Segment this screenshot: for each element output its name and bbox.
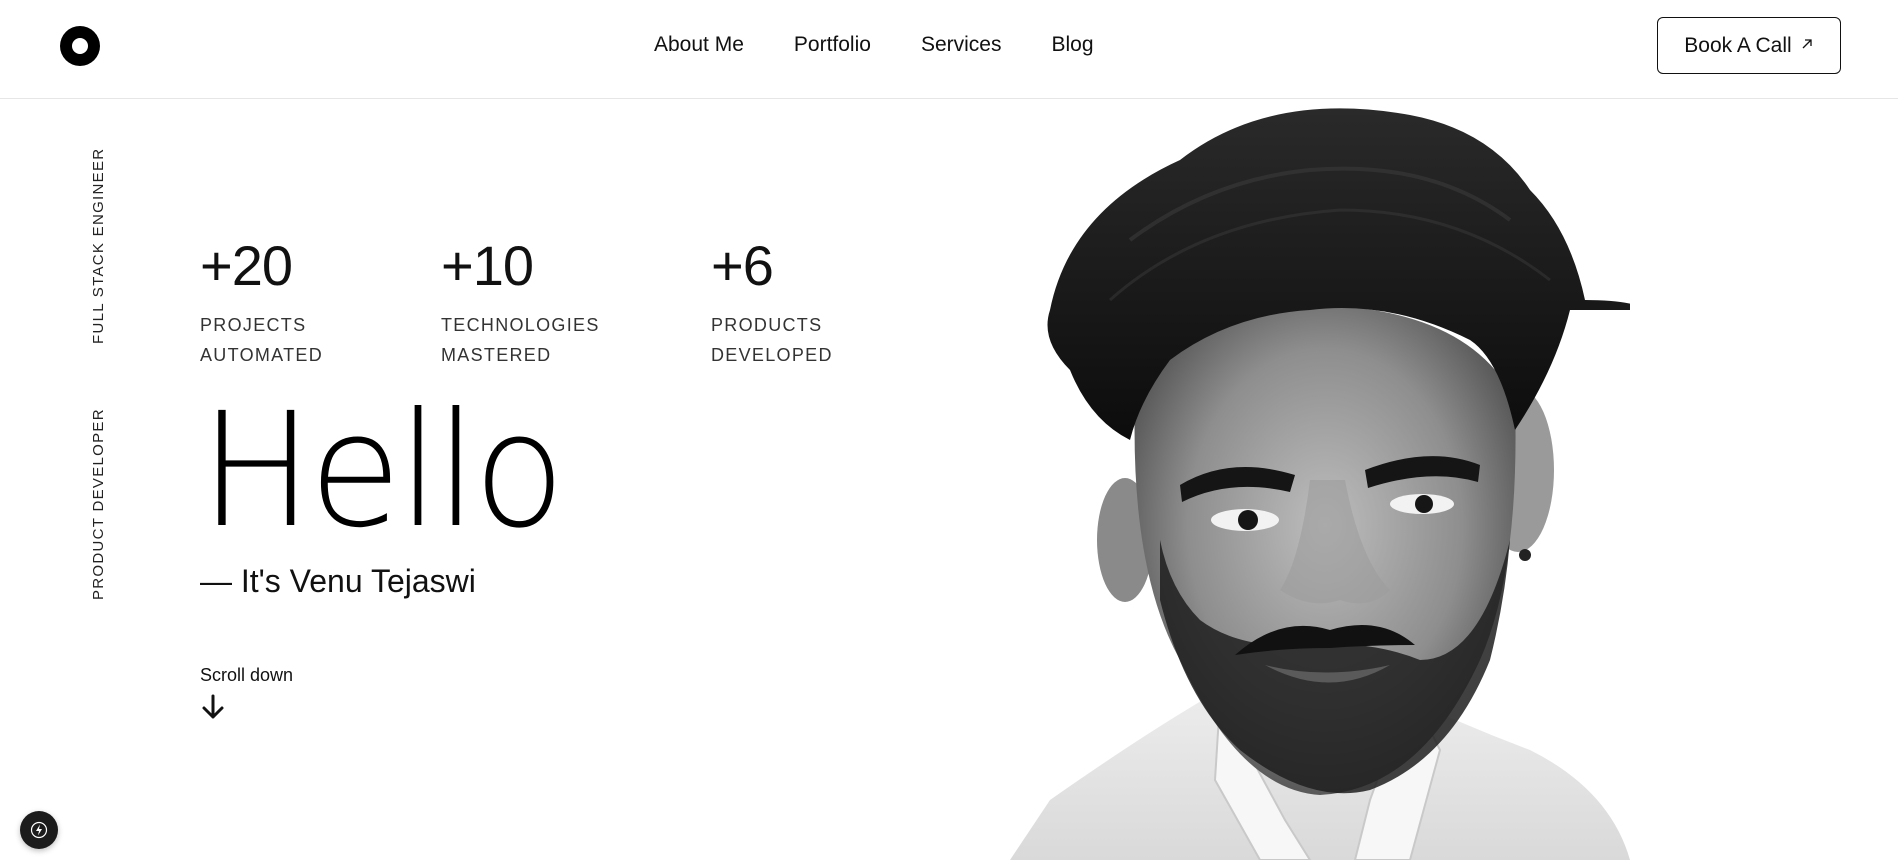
arrow-down-icon[interactable] <box>201 694 225 720</box>
stat-label-line: TECHNOLOGIES <box>441 315 600 335</box>
stat-label: TECHNOLOGIES MASTERED <box>441 310 600 370</box>
stat-label: PRODUCTS DEVELOPED <box>711 310 833 370</box>
scroll-down-label[interactable]: Scroll down <box>200 665 293 686</box>
nav-about-me[interactable]: About Me <box>654 33 744 57</box>
arrow-up-right-icon <box>1802 38 1812 48</box>
lightning-badge[interactable] <box>20 811 58 849</box>
nav-services[interactable]: Services <box>921 33 1002 57</box>
portrait-photo <box>1010 108 1630 860</box>
stat-technologies: +10 TECHNOLOGIES MASTERED <box>441 238 600 370</box>
book-a-call-label: Book A Call <box>1684 33 1792 57</box>
stat-products: +6 PRODUCTS DEVELOPED <box>711 238 833 370</box>
stat-value: +20 <box>200 234 293 297</box>
stat-label-line: AUTOMATED <box>200 345 324 365</box>
site-header: About Me Portfolio Services Blog Book A … <box>0 0 1898 99</box>
nav-portfolio[interactable]: Portfolio <box>794 33 871 57</box>
stat-label: PROJECTS AUTOMATED <box>200 310 323 370</box>
side-label-product-developer: PRODUCT DEVELOPER <box>90 408 107 600</box>
hero-tagline: — It's Venu Tejaswi <box>200 563 476 599</box>
logo[interactable] <box>60 26 100 66</box>
stat-label-line: PRODUCTS <box>711 315 823 335</box>
side-label-full-stack-engineer: FULL STACK ENGINEER <box>90 147 107 344</box>
stat-value: +6 <box>711 234 774 297</box>
nav-blog[interactable]: Blog <box>1051 33 1093 57</box>
main-nav: About Me Portfolio Services Blog <box>654 33 1094 57</box>
lightning-icon <box>30 821 48 839</box>
book-a-call-button[interactable]: Book A Call <box>1657 17 1841 74</box>
stat-projects: +20 PROJECTS AUTOMATED <box>200 238 323 370</box>
hero-greeting: Hello <box>200 379 565 563</box>
stat-label-line: MASTERED <box>441 345 552 365</box>
page: About Me Portfolio Services Blog Book A … <box>0 0 1898 860</box>
stat-value: +10 <box>441 234 534 297</box>
stat-label-line: DEVELOPED <box>711 345 833 365</box>
stat-label-line: PROJECTS <box>200 315 307 335</box>
